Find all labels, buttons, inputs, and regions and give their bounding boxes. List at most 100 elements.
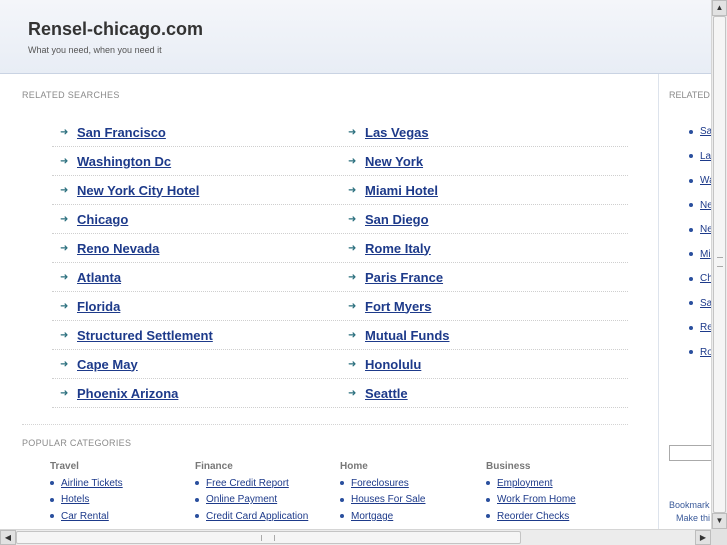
scroll-up-icon[interactable]: ▲ — [712, 0, 727, 16]
category-link[interactable]: Credit Card Application — [206, 511, 308, 522]
right-related-link[interactable]: Wa — [700, 175, 711, 186]
scroll-right-icon[interactable]: ▶ — [695, 530, 711, 545]
category-link[interactable]: Online Payment — [206, 494, 277, 505]
related-link[interactable]: San Francisco — [77, 125, 166, 140]
right-related-item[interactable]: Wa — [689, 175, 711, 186]
category-link[interactable]: Airline Tickets — [61, 478, 123, 489]
vertical-scroll-thumb[interactable] — [713, 16, 726, 513]
related-link[interactable]: Structured Settlement — [77, 328, 213, 343]
category-link[interactable]: Reorder Checks — [497, 511, 569, 522]
related-link[interactable]: Paris France — [365, 270, 443, 285]
related-row: ➜ Chicago ➜ San Diego — [52, 205, 628, 234]
category-item[interactable]: Free Credit Report — [195, 475, 335, 492]
right-related-item[interactable]: Mi — [689, 249, 711, 260]
related-item[interactable]: ➜ Atlanta — [52, 270, 340, 285]
search-input[interactable] — [669, 445, 711, 461]
category-heading: Finance — [195, 461, 233, 472]
related-item[interactable]: ➜ Florida — [52, 299, 340, 314]
related-link[interactable]: Miami Hotel — [365, 183, 438, 198]
category-link[interactable]: Houses For Sale — [351, 494, 425, 505]
horizontal-scrollbar[interactable]: ◀ ▶ — [0, 529, 711, 545]
category-item[interactable]: Credit Card Application — [195, 508, 335, 525]
right-related-item[interactable]: Re — [689, 322, 711, 333]
right-related-link[interactable]: Re — [700, 322, 711, 333]
bullet-icon — [195, 514, 199, 519]
make-homepage-link[interactable]: Make thi — [676, 513, 710, 523]
related-item[interactable]: ➜ San Diego — [340, 212, 628, 227]
right-related-item[interactable]: Ch — [689, 273, 711, 284]
related-link[interactable]: Rome Italy — [365, 241, 431, 256]
right-related-link[interactable]: Ch — [700, 273, 711, 284]
related-item[interactable]: ➜ Miami Hotel — [340, 183, 628, 198]
related-link[interactable]: Fort Myers — [365, 299, 431, 314]
related-item[interactable]: ➜ Cape May — [52, 357, 340, 372]
related-link[interactable]: Mutual Funds — [365, 328, 450, 343]
category-item[interactable]: Employment — [486, 475, 626, 492]
right-related-item[interactable]: Ne — [689, 200, 711, 211]
category-link[interactable]: Free Credit Report — [206, 478, 289, 489]
category-item[interactable]: Online Payment — [195, 492, 335, 509]
category-item[interactable]: Airline Tickets — [50, 475, 190, 492]
right-related-link[interactable]: Las — [700, 151, 711, 162]
category-link[interactable]: Foreclosures — [351, 478, 409, 489]
category-link[interactable]: Employment — [497, 478, 553, 489]
right-related-item[interactable]: Las — [689, 151, 711, 162]
bullet-icon — [340, 514, 344, 519]
related-item[interactable]: ➜ Honolulu — [340, 357, 628, 372]
right-related-item[interactable]: Ro — [689, 347, 711, 358]
right-related-link[interactable]: Ne — [700, 224, 711, 235]
related-item[interactable]: ➜ Rome Italy — [340, 241, 628, 256]
right-related-link[interactable]: Ne — [700, 200, 711, 211]
category-link[interactable]: Mortgage — [351, 511, 393, 522]
site-title[interactable]: Rensel-chicago.com — [28, 19, 203, 40]
related-item[interactable]: ➜ Las Vegas — [340, 125, 628, 140]
right-related-item[interactable]: Sa — [689, 298, 711, 309]
related-link[interactable]: Florida — [77, 299, 120, 314]
related-item[interactable]: ➜ Paris France — [340, 270, 628, 285]
related-link[interactable]: San Diego — [365, 212, 429, 227]
category-item[interactable]: Reorder Checks — [486, 508, 626, 525]
right-related-link[interactable]: Sa — [700, 126, 711, 137]
related-item[interactable]: ➜ Structured Settlement — [52, 328, 340, 343]
category-item[interactable]: Mortgage — [340, 508, 480, 525]
related-link[interactable]: Cape May — [77, 357, 138, 372]
right-related-link[interactable]: Sa — [700, 298, 711, 309]
related-link[interactable]: Honolulu — [365, 357, 421, 372]
related-link[interactable]: New York City Hotel — [77, 183, 199, 198]
category-item[interactable]: Car Rental — [50, 508, 190, 525]
related-link[interactable]: Atlanta — [77, 270, 121, 285]
scroll-left-icon[interactable]: ◀ — [0, 530, 16, 545]
related-item[interactable]: ➜ New York — [340, 154, 628, 169]
related-item[interactable]: ➜ Mutual Funds — [340, 328, 628, 343]
category-item[interactable]: Work From Home — [486, 492, 626, 509]
right-related-item[interactable]: Ne — [689, 224, 711, 235]
vertical-scrollbar[interactable]: ▲ ▼ — [711, 0, 727, 529]
related-item[interactable]: ➜ Chicago — [52, 212, 340, 227]
right-related-link[interactable]: Mi — [700, 249, 711, 260]
scroll-down-icon[interactable]: ▼ — [712, 513, 727, 529]
related-item[interactable]: ➜ San Francisco — [52, 125, 340, 140]
related-item[interactable]: ➜ Washington Dc — [52, 154, 340, 169]
category-item[interactable]: Houses For Sale — [340, 492, 480, 509]
related-link[interactable]: Seattle — [365, 386, 408, 401]
related-link[interactable]: Chicago — [77, 212, 128, 227]
category-item[interactable]: Foreclosures — [340, 475, 480, 492]
related-item[interactable]: ➜ New York City Hotel — [52, 183, 340, 198]
bookmark-link[interactable]: Bookmark — [669, 500, 710, 510]
horizontal-scroll-thumb[interactable] — [16, 531, 521, 544]
right-related-item[interactable]: Sa — [689, 126, 711, 137]
category-link[interactable]: Work From Home — [497, 494, 576, 505]
related-link[interactable]: New York — [365, 154, 423, 169]
category-link[interactable]: Car Rental — [61, 511, 109, 522]
related-item[interactable]: ➜ Seattle — [340, 386, 628, 401]
related-item[interactable]: ➜ Phoenix Arizona — [52, 386, 340, 401]
related-link[interactable]: Washington Dc — [77, 154, 171, 169]
category-link[interactable]: Hotels — [61, 494, 89, 505]
related-link[interactable]: Phoenix Arizona — [77, 386, 178, 401]
related-link[interactable]: Las Vegas — [365, 125, 429, 140]
related-item[interactable]: ➜ Reno Nevada — [52, 241, 340, 256]
related-link[interactable]: Reno Nevada — [77, 241, 159, 256]
related-item[interactable]: ➜ Fort Myers — [340, 299, 628, 314]
right-related-link[interactable]: Ro — [700, 347, 711, 358]
category-item[interactable]: Hotels — [50, 492, 190, 509]
